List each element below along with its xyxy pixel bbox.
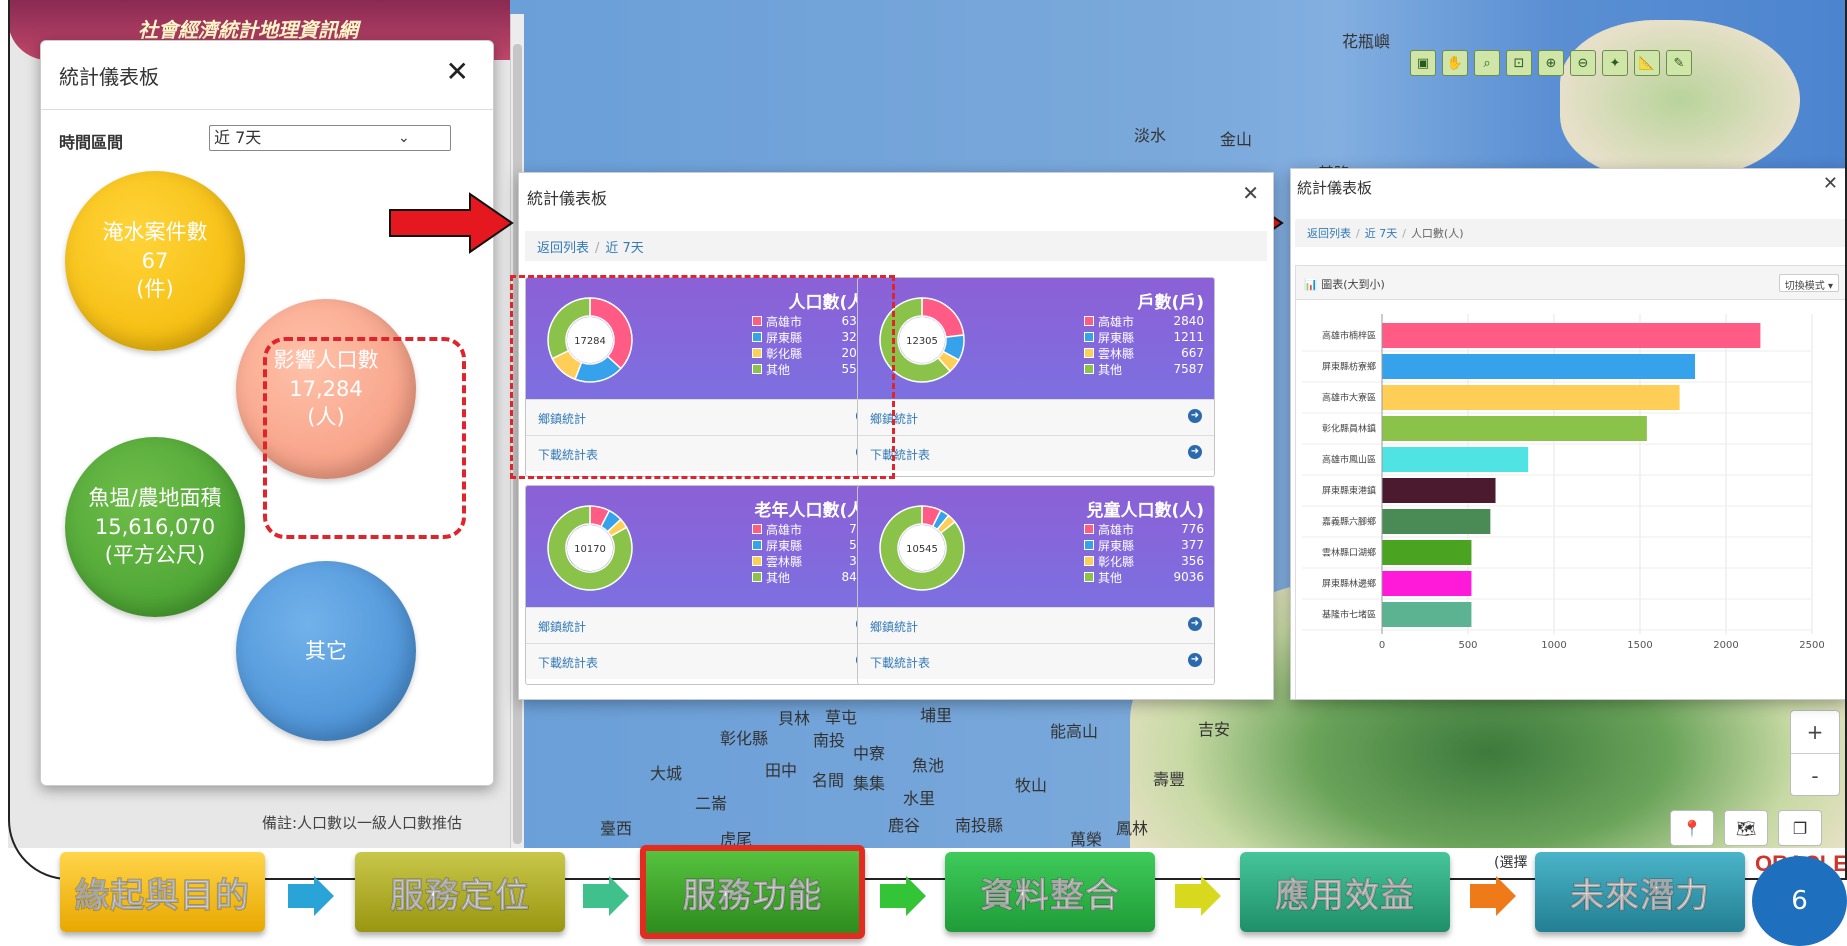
nav-label: 服務功能 <box>682 875 823 916</box>
nav-label: 服務定位 <box>390 875 530 916</box>
nav-label: 資料整合 <box>980 875 1120 916</box>
nav-item-future[interactable]: 未來潛力 <box>1535 852 1745 932</box>
arrow-right-icon <box>288 876 334 916</box>
arrow-right-icon <box>880 876 926 916</box>
arrow-right-icon <box>1175 876 1221 916</box>
nav-label: 應用效益 <box>1275 875 1415 916</box>
nav-label: 緣起與目的 <box>75 875 250 916</box>
nav-label: 未來潛力 <box>1570 875 1710 916</box>
nav-item-functions[interactable]: 服務功能 <box>640 845 865 939</box>
arrow-right-icon <box>1470 876 1516 916</box>
nav-item-benefits[interactable]: 應用效益 <box>1240 852 1450 932</box>
nav-item-data-integration[interactable]: 資料整合 <box>945 852 1155 932</box>
arrow-right-icon <box>583 876 629 916</box>
nav-item-origin[interactable]: 緣起與目的 <box>60 852 265 932</box>
nav-item-positioning[interactable]: 服務定位 <box>355 852 565 932</box>
page-number: 6 <box>1752 856 1847 946</box>
slide: 花瓶嶼淡水金山基隆彰化縣南投中寮魚池大城田中名間集集水里二崙虎尾鹿谷南投縣臺西貝… <box>0 0 1847 946</box>
slide-frame <box>8 0 1847 880</box>
